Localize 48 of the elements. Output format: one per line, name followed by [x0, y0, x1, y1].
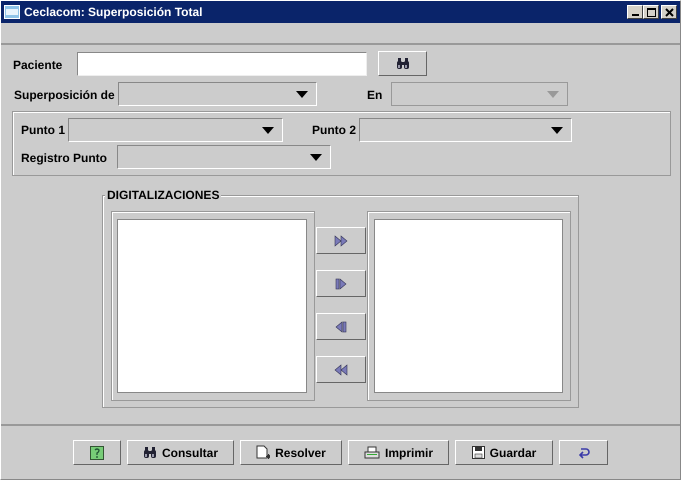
close-icon [662, 6, 676, 18]
printer-icon [364, 446, 380, 459]
binoculars-icon [396, 57, 410, 70]
search-button[interactable] [378, 51, 427, 76]
action-button[interactable]: Resolver [240, 440, 342, 465]
dropdown[interactable] [118, 82, 317, 106]
group-title: DIGITALIZACIONES [105, 188, 222, 202]
action-button[interactable]: Consultar [127, 440, 234, 465]
field-label: En [367, 88, 382, 102]
dropdown[interactable] [117, 145, 331, 169]
binoculars-icon [142, 446, 157, 459]
dropdown-arrow-icon [551, 126, 563, 134]
close-button[interactable] [661, 5, 677, 19]
dropdown-arrow-icon [547, 90, 559, 98]
dropdown[interactable] [359, 118, 572, 142]
double-right-arrow-icon [334, 234, 348, 246]
icon-button[interactable] [73, 440, 121, 465]
dropdown-arrow-icon [296, 90, 308, 98]
patient-field[interactable] [77, 52, 367, 76]
dropdown[interactable] [68, 118, 283, 142]
list-box[interactable] [117, 219, 307, 393]
document-icon [256, 444, 270, 460]
double-left-arrow-icon [334, 364, 348, 376]
field-label: Superposición de [14, 88, 115, 102]
field-label: Paciente [13, 58, 62, 72]
field-label: Registro Punto [21, 151, 107, 165]
list-box[interactable] [374, 219, 563, 393]
move-button[interactable] [316, 270, 366, 297]
dropdown-arrow-icon [310, 154, 322, 160]
left-arrow-icon [334, 320, 348, 332]
minimize-button[interactable] [627, 5, 643, 19]
return-arrow-icon [576, 446, 590, 460]
icon-button[interactable] [559, 440, 608, 465]
maximize-icon [644, 6, 658, 18]
maximize-button[interactable] [643, 5, 659, 19]
field-label: Punto 2 [312, 123, 356, 137]
help-icon [90, 446, 104, 460]
dropdown-arrow-icon [262, 126, 274, 134]
minimize-icon [632, 14, 638, 16]
move-button[interactable] [316, 356, 366, 383]
action-button[interactable]: Guardar [455, 440, 553, 465]
move-button[interactable] [316, 227, 366, 254]
move-button[interactable] [316, 313, 366, 340]
right-arrow-icon [334, 278, 348, 290]
window-title: Ceclacom: Superposición Total [24, 5, 204, 19]
app-icon [4, 5, 20, 19]
action-button[interactable]: Imprimir [348, 440, 449, 465]
field-label: Punto 1 [21, 123, 65, 137]
